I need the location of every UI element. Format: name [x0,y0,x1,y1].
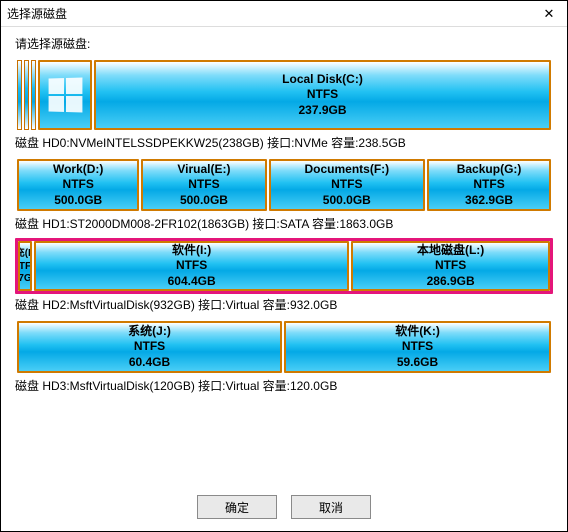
partition-row: 系统(J:)NTFS60.4GB软件(K:)NTFS59.6GB [15,319,553,375]
partition-fs: TF [19,260,31,273]
partition-fs: NTFS [473,177,504,193]
partition-name: Documents(F:) [304,162,389,178]
cancel-button[interactable]: 取消 [291,495,371,519]
partition[interactable]: Local Disk(C:)NTFS237.9GB [94,60,551,130]
partition-size: 362.9GB [465,193,513,209]
partition-fs: NTFS [134,339,165,355]
partition-size: 286.9GB [427,274,475,290]
partition[interactable]: Virual(E:)NTFS500.0GB [141,159,266,211]
partition-fs: NTFS [307,87,338,103]
partition-name: 系统(J:) [128,324,171,340]
partition-size: 500.0GB [323,193,371,209]
partition-row: 充(HTF7G软件(I:)NTFS604.4GB本地磁盘(L:)NTFS286.… [15,238,553,294]
disk-block[interactable]: 系统(J:)NTFS60.4GB软件(K:)NTFS59.6GB磁盘 HD3:M… [15,319,553,394]
disk-block[interactable]: 充(HTF7G软件(I:)NTFS604.4GB本地磁盘(L:)NTFS286.… [15,238,553,313]
partition-size: 604.4GB [168,274,216,290]
partition-size: 59.6GB [397,355,438,371]
partition-fs: NTFS [176,258,207,274]
partition[interactable]: 软件(K:)NTFS59.6GB [284,321,551,373]
window-title: 选择源磁盘 [7,5,537,22]
prompt-label: 请选择源磁盘: [15,35,553,52]
windows-logo-icon [49,77,83,112]
partition[interactable]: Backup(G:)NTFS362.9GB [427,159,551,211]
partition-size: 500.0GB [180,193,228,209]
partition-size: 237.9GB [298,103,346,119]
partition[interactable]: Documents(F:)NTFS500.0GB [269,159,426,211]
os-partition[interactable] [38,60,92,130]
partition-fs: NTFS [402,339,433,355]
partition[interactable]: 本地磁盘(L:)NTFS286.9GB [351,241,550,291]
partition-fs: NTFS [188,177,219,193]
partition[interactable]: 系统(J:)NTFS60.4GB [17,321,282,373]
partition-name: 软件(K:) [395,324,440,340]
content-area: 请选择源磁盘: Local Disk(C:)NTFS237.9GB磁盘 HD0:… [1,27,567,485]
partition-name: 充(H [18,247,32,260]
leading-reserved [17,60,36,130]
partition[interactable]: 充(HTF7G [18,241,32,291]
partition[interactable]: 软件(I:)NTFS604.4GB [34,241,349,291]
dialog-buttons: 确定 取消 [1,485,567,531]
partition-fs: NTFS [331,177,362,193]
partition-name: 软件(I:) [172,243,211,259]
partition-size: 60.4GB [129,355,170,371]
disk-info: 磁盘 HD1:ST2000DM008-2FR102(1863GB) 接口:SAT… [15,215,553,232]
titlebar: 选择源磁盘 ✕ [1,1,567,27]
partition-row: Work(D:)NTFS500.0GBVirual(E:)NTFS500.0GB… [15,157,553,213]
partition-name: Backup(G:) [457,162,522,178]
partition-name: 本地磁盘(L:) [417,243,484,259]
partition-name: Local Disk(C:) [282,72,363,88]
partition[interactable]: Work(D:)NTFS500.0GB [17,159,139,211]
partition-size: 7G [18,272,31,285]
disk-info: 磁盘 HD0:NVMeINTELSSDPEKKW25(238GB) 接口:NVM… [15,134,553,151]
disk-list: Local Disk(C:)NTFS237.9GB磁盘 HD0:NVMeINTE… [15,58,553,394]
partition-name: Work(D:) [53,162,103,178]
partition-name: Virual(E:) [177,162,230,178]
ok-button[interactable]: 确定 [197,495,277,519]
disk-block[interactable]: Work(D:)NTFS500.0GBVirual(E:)NTFS500.0GB… [15,157,553,232]
close-icon[interactable]: ✕ [537,4,561,24]
partition-fs: NTFS [63,177,94,193]
disk-block[interactable]: Local Disk(C:)NTFS237.9GB 磁盘 HD0:NVMeINTE… [15,58,553,151]
partition-size: 500.0GB [54,193,102,209]
disk-info: 磁盘 HD2:MsftVirtualDisk(932GB) 接口:Virtual… [15,296,553,313]
partition-row: Local Disk(C:)NTFS237.9GB [15,58,553,132]
disk-info: 磁盘 HD3:MsftVirtualDisk(120GB) 接口:Virtual… [15,377,553,394]
partition-fs: NTFS [435,258,466,274]
